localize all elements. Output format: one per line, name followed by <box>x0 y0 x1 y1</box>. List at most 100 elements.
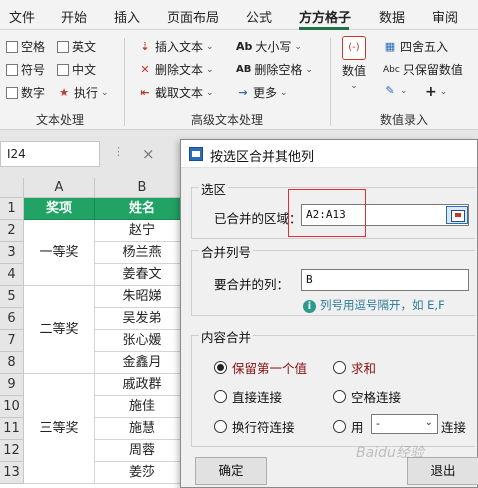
radio-direct-join[interactable]: 直接连接 <box>214 387 282 406</box>
name-cell[interactable]: 施慧 <box>95 418 190 440</box>
column-header-a[interactable]: A <box>24 178 95 198</box>
name-box[interactable]: I24 <box>0 141 100 167</box>
separator-select[interactable]: - ⌄ <box>371 414 438 434</box>
delete-space-button[interactable]: AB 删除空格 ⌄ <box>236 61 313 78</box>
checkbox-box[interactable] <box>6 40 18 53</box>
row-header[interactable]: 4 <box>0 264 24 286</box>
name-cell[interactable]: 朱昭娣 <box>95 286 190 308</box>
row-header[interactable]: 7 <box>0 330 24 352</box>
number-button[interactable]: (-) 数值 ⌄ <box>342 36 366 91</box>
radio-dot[interactable] <box>214 390 227 403</box>
checkbox-english[interactable]: 英文 <box>57 38 96 55</box>
row-header[interactable]: 11 <box>0 418 24 440</box>
row-header[interactable]: 9 <box>0 374 24 396</box>
checkbox-label: 空格 <box>21 40 46 54</box>
row-header[interactable]: 5 <box>0 286 24 308</box>
row-header[interactable]: 6 <box>0 308 24 330</box>
app-icon <box>189 147 203 161</box>
delete-text-button[interactable]: ✕ 删除文本 ⌄ <box>138 61 213 78</box>
tab-file[interactable]: 文件 <box>9 7 35 26</box>
hint-text: 列号用逗号隔开，如 E,F <box>320 298 445 312</box>
dialog-title-bar[interactable]: 按选区合并其他列 <box>181 140 477 168</box>
radio-custom-join[interactable]: 用 <box>333 417 364 436</box>
name-cell[interactable]: 姜春文 <box>95 264 190 286</box>
name-cell[interactable]: 赵宁 <box>95 220 190 242</box>
name-cell[interactable]: 戚政群 <box>95 374 190 396</box>
edit-icon-button[interactable]: ✎ ⌄ <box>383 84 407 98</box>
ok-button[interactable]: 确定 <box>195 457 267 485</box>
round-button[interactable]: ▦ 四舍五入 <box>383 38 448 55</box>
row-header[interactable]: 8 <box>0 352 24 374</box>
number-icon: (-) <box>342 36 366 60</box>
checkbox-space[interactable]: 空格 <box>6 38 45 55</box>
merge-column-input[interactable]: B <box>301 269 469 291</box>
more-button[interactable]: → 更多 ⌄ <box>236 84 287 101</box>
extract-text-button[interactable]: ⇤ 截取文本 ⌄ <box>138 84 213 101</box>
checkbox-chinese[interactable]: 中文 <box>57 61 96 78</box>
radio-dot[interactable] <box>333 390 346 403</box>
name-cell[interactable]: 金鑫月 <box>95 352 190 374</box>
chevron-down-icon: ⌄ <box>350 81 358 91</box>
radio-dot[interactable] <box>333 361 346 374</box>
row-header[interactable]: 13 <box>0 462 24 484</box>
checkbox-box[interactable] <box>6 63 18 76</box>
name-cell[interactable]: 吴发弟 <box>95 308 190 330</box>
row-header[interactable]: 3 <box>0 242 24 264</box>
merged-cell-award[interactable]: 二等奖 <box>24 286 95 374</box>
radio-newline-join[interactable]: 换行符连接 <box>214 417 295 436</box>
delete-space-label: 删除空格 <box>254 63 303 77</box>
tab-fangfang[interactable]: 方方格子 <box>299 7 351 26</box>
row-header[interactable]: 12 <box>0 440 24 462</box>
checkbox-box[interactable] <box>57 63 69 76</box>
case-button[interactable]: Ab 大小写 ⌄ <box>236 38 302 55</box>
row-header[interactable]: 1 <box>0 198 24 220</box>
checkbox-box[interactable] <box>6 86 18 99</box>
header-cell-name[interactable]: 姓名 <box>95 198 190 220</box>
tab-page-layout[interactable]: 页面布局 <box>167 7 219 26</box>
group-label-text: 文本处理 <box>36 113 85 127</box>
group-label-advanced: 高级文本处理 <box>191 113 264 127</box>
checkbox-label: 中文 <box>72 63 97 77</box>
radio-space-join[interactable]: 空格连接 <box>333 387 401 406</box>
case-icon: Ab <box>236 40 253 53</box>
ribbon-tab-bar: 文件 开始 插入 页面布局 公式 方方格子 数据 审阅 <box>0 0 478 30</box>
name-cell[interactable]: 张心媛 <box>95 330 190 352</box>
keep-number-button[interactable]: Abc 只保留数值 <box>383 61 463 78</box>
arrow-right-icon: → <box>238 85 248 99</box>
radio-dot[interactable] <box>214 361 227 374</box>
tab-home[interactable]: 开始 <box>61 7 87 26</box>
extract-text-icon: ⇤ <box>140 85 150 99</box>
select-all-corner[interactable] <box>0 178 24 198</box>
header-cell-award[interactable]: 奖项 <box>24 198 95 220</box>
name-cell[interactable]: 周蓉 <box>95 440 190 462</box>
range-picker-icon[interactable] <box>446 206 468 224</box>
row-header[interactable]: 2 <box>0 220 24 242</box>
merged-cell-award[interactable]: 一等奖 <box>24 220 95 286</box>
name-cell[interactable]: 杨兰燕 <box>95 242 190 264</box>
case-label: 大小写 <box>255 40 292 54</box>
radio-sum[interactable]: 求和 <box>333 358 376 377</box>
execute-button[interactable]: ★ 执行 ⌄ <box>57 84 109 101</box>
group-divider <box>330 38 331 126</box>
plus-icon: + <box>425 84 437 100</box>
merged-cell-award[interactable]: 三等奖 <box>24 374 95 484</box>
add-button[interactable]: + ⌄ <box>425 84 447 100</box>
tab-data[interactable]: 数据 <box>379 7 405 26</box>
tab-review[interactable]: 审阅 <box>432 7 458 26</box>
radio-keep-first[interactable]: 保留第一个值 <box>214 358 307 377</box>
merge-column-value: B <box>306 273 313 286</box>
cancel-icon[interactable]: × <box>142 145 155 163</box>
chevron-down-icon: ⌄ <box>206 41 214 52</box>
checkbox-box[interactable] <box>57 40 69 53</box>
tab-insert[interactable]: 插入 <box>114 7 140 26</box>
insert-text-button[interactable]: ⇣ 插入文本 ⌄ <box>138 38 214 55</box>
radio-dot[interactable] <box>214 420 227 433</box>
checkbox-number[interactable]: 数字 <box>6 84 45 101</box>
tab-formulas[interactable]: 公式 <box>246 7 272 26</box>
checkbox-symbol[interactable]: 符号 <box>6 61 45 78</box>
row-header[interactable]: 10 <box>0 396 24 418</box>
radio-dot[interactable] <box>333 420 346 433</box>
name-cell[interactable]: 姜莎 <box>95 462 190 484</box>
name-cell[interactable]: 施佳 <box>95 396 190 418</box>
column-header-b[interactable]: B <box>95 178 190 198</box>
